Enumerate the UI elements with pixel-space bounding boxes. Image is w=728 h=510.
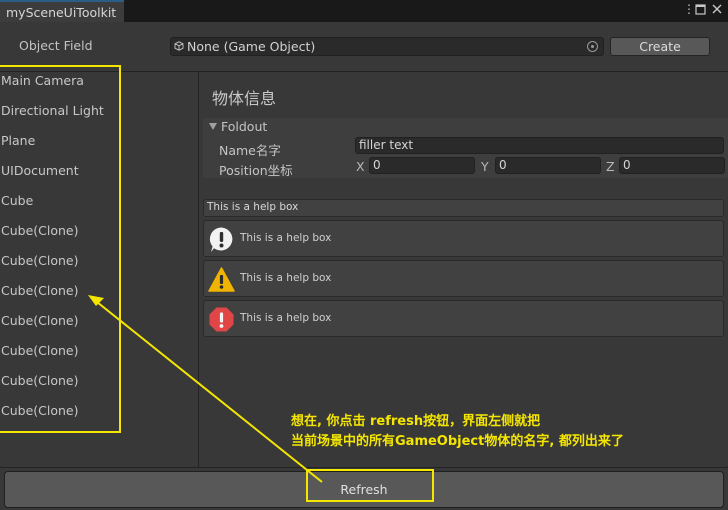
error-icon — [209, 307, 234, 332]
object-field-input[interactable]: None (Game Object) — [170, 37, 604, 56]
help-box-error-text: This is a help box — [240, 312, 332, 324]
foldout: Foldout Name名字 filler text Position坐标 X … — [203, 118, 728, 178]
position-label: Position坐标 — [219, 163, 293, 178]
warning-icon — [208, 267, 235, 292]
position-z-label: Z — [606, 159, 615, 174]
help-box-info-text: This is a help box — [240, 232, 332, 244]
help-box-warning: This is a help box — [203, 260, 724, 297]
help-box-info: This is a help box — [203, 220, 724, 257]
help-box-error: This is a help box — [203, 300, 724, 337]
more-vertical-icon[interactable]: ⋮ — [683, 2, 695, 16]
annotation-highlight-list — [0, 65, 121, 433]
info-icon — [209, 227, 233, 252]
game-object-cube-icon — [174, 41, 184, 51]
position-x-field[interactable]: 0 — [369, 157, 475, 174]
name-field[interactable]: filler text — [355, 137, 724, 154]
create-button[interactable]: Create — [610, 37, 710, 56]
object-picker-target-icon[interactable] — [587, 41, 598, 52]
window-tab-title: mySceneUiToolkit — [6, 5, 117, 20]
help-box-warning-text: This is a help box — [240, 272, 332, 284]
name-label: Name名字 — [219, 143, 281, 158]
annotation-highlight-refresh — [306, 469, 434, 502]
close-icon[interactable] — [712, 3, 722, 17]
window-tab[interactable]: mySceneUiToolkit — [0, 0, 124, 22]
position-x-label: X — [356, 159, 365, 174]
help-box-plain: This is a help box — [203, 199, 724, 217]
foldout-label[interactable]: Foldout — [221, 119, 267, 134]
position-z-field[interactable]: 0 — [619, 157, 725, 174]
window-tab-bar: mySceneUiToolkit ⋮ — [0, 0, 728, 22]
annotation-text-line2: 当前场景中的所有GameObject物体的名字, 都列出来了 — [291, 434, 624, 449]
maximize-icon[interactable] — [695, 4, 706, 18]
panel-title: 物体信息 — [212, 89, 277, 108]
object-field-value: None (Game Object) — [187, 39, 316, 54]
object-field-label: Object Field — [19, 38, 93, 53]
object-info-panel: 物体信息 Foldout Name名字 filler text Position… — [200, 72, 728, 467]
position-y-field[interactable]: 0 — [495, 157, 601, 174]
annotation-text-line1: 想在, 你点击 refresh按钮，界面左侧就把 — [291, 414, 541, 429]
foldout-arrow-icon[interactable] — [209, 123, 217, 130]
position-y-label: Y — [481, 159, 489, 174]
